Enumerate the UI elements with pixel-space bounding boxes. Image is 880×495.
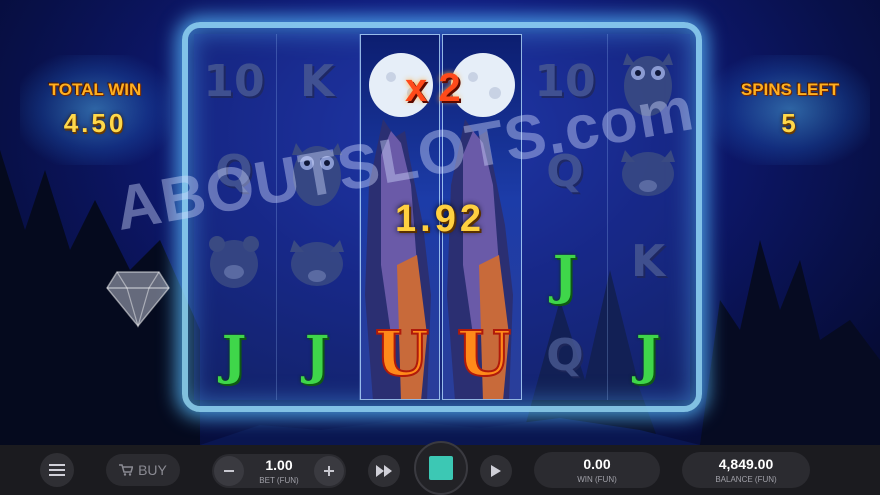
autoplay-icon [491, 465, 501, 477]
symbol-jack: J [221, 324, 247, 386]
total-win-label: TOTAL WIN [48, 80, 142, 99]
bet-decrease-button[interactable] [214, 456, 244, 486]
spins-left-panel: SPINS LEFT 5 [710, 55, 870, 165]
reel-2: K J [277, 34, 359, 400]
buy-label: BUY [138, 462, 167, 478]
balance-label: BALANCE (FUN) [715, 475, 777, 484]
plus-icon [324, 466, 334, 476]
svg-text:U: U [457, 317, 511, 390]
fast-forward-icon [376, 465, 392, 477]
autoplay-button[interactable] [480, 455, 512, 487]
symbol-jack: J [552, 244, 578, 306]
spin-stop-icon [429, 456, 453, 480]
svg-text:U: U [375, 317, 429, 390]
balance-value: 4,849.00 [718, 456, 774, 472]
spin-button[interactable] [414, 441, 468, 495]
symbol-jack: J [304, 324, 330, 386]
buy-button[interactable]: BUY [106, 454, 180, 486]
bet-label: BET (FUN) [259, 476, 299, 485]
menu-button[interactable] [40, 453, 74, 487]
line-win-amount: 1.92 [395, 198, 485, 240]
diamond-icon [106, 271, 170, 328]
win-label: WIN (FUN) [577, 475, 617, 484]
minus-icon [224, 470, 234, 472]
turbo-button[interactable] [368, 455, 400, 487]
game-scene: TOTAL WIN 4.50 SPINS LEFT 5 10 Q J K J U… [0, 0, 880, 445]
symbol-king: K [630, 235, 666, 287]
symbol-ten: 10 [203, 55, 265, 107]
boar-icon [277, 216, 357, 306]
total-win-panel: TOTAL WIN 4.50 [20, 55, 170, 165]
total-win-value: 4.50 [63, 108, 127, 138]
symbol-jack: J [635, 324, 661, 386]
menu-icon [49, 464, 65, 476]
win-value: 0.00 [583, 456, 611, 472]
control-bar: BUY 1.00 BET (FUN) 0.00 WIN (FUN) 4,849.… [0, 441, 880, 495]
cart-icon [119, 464, 134, 476]
symbol-king: K [299, 55, 335, 107]
spins-left-label: SPINS LEFT [740, 80, 840, 99]
spins-left-value: 5 [781, 108, 799, 138]
bet-value: 1.00 [265, 457, 293, 473]
symbol-queen: Q [546, 329, 584, 381]
multiplier-label: x 2 [405, 66, 461, 110]
bet-increase-button[interactable] [314, 456, 344, 486]
